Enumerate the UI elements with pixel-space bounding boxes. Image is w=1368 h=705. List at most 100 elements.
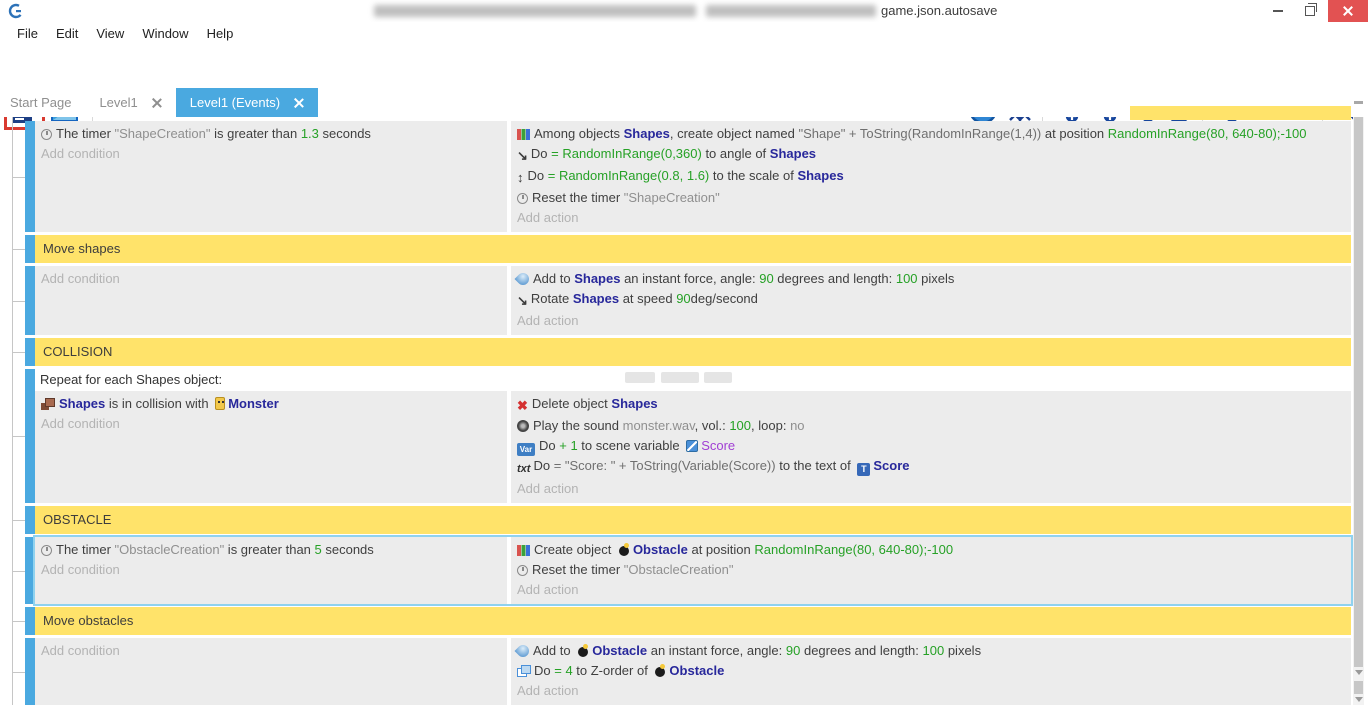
- scrollbar-top-dash: [1354, 101, 1363, 104]
- menu-item-help[interactable]: Help: [198, 26, 243, 41]
- event-line[interactable]: Do + 1 to scene variable Score: [517, 436, 1345, 456]
- text-segment: Obstacle: [669, 663, 724, 678]
- event-line[interactable]: Add to Shapes an instant force, angle: 9…: [517, 269, 1345, 289]
- text-segment: "ObstacleCreation": [624, 562, 734, 577]
- event-selection-strip[interactable]: [25, 121, 35, 232]
- tab-close-icon[interactable]: [152, 98, 162, 108]
- add-condition-button[interactable]: Add condition: [41, 414, 501, 434]
- tab-start-page[interactable]: Start Page: [0, 88, 85, 117]
- event-columns: Add condition Add to Obstacle an instant …: [35, 638, 1351, 705]
- scrollbar-thumb[interactable]: [1354, 117, 1363, 667]
- text-segment: Delete object: [532, 396, 612, 411]
- event-selection-strip[interactable]: [25, 266, 35, 335]
- event-selection-strip[interactable]: [25, 369, 35, 503]
- sound-icon: [517, 420, 529, 432]
- add-condition-button[interactable]: Add condition: [41, 560, 501, 580]
- text-segment: 1.3: [301, 126, 319, 141]
- add-action-button[interactable]: Add action: [517, 208, 1345, 228]
- vertical-scrollbar[interactable]: [1353, 117, 1364, 705]
- event-selection-strip[interactable]: [25, 506, 35, 534]
- add-action-button[interactable]: Add action: [517, 311, 1345, 331]
- add-action-button[interactable]: Add action: [517, 681, 1345, 701]
- actions-column: Among objects Shapes, create object name…: [511, 121, 1351, 232]
- event-line[interactable]: Do = RandomInRange(0,360) to angle of Sh…: [517, 144, 1345, 166]
- close-button[interactable]: [1328, 0, 1368, 22]
- minimize-button[interactable]: [1262, 0, 1294, 22]
- add-condition-button[interactable]: Add condition: [41, 269, 501, 289]
- tab-level1-events-[interactable]: Level1 (Events): [176, 88, 318, 117]
- menu-item-file[interactable]: File: [8, 26, 47, 41]
- text-segment: an instant force, angle:: [620, 271, 759, 286]
- event-line[interactable]: Reset the timer "ObstacleCreation": [517, 560, 1345, 580]
- tab-close-icon[interactable]: [294, 98, 304, 108]
- create-object-icon: [517, 129, 530, 140]
- add-condition-button[interactable]: Add condition: [41, 641, 501, 661]
- text-segment: Create object: [534, 542, 615, 557]
- menu-item-view[interactable]: View: [87, 26, 133, 41]
- event-columns: Add condition Add to Shapes an instant fo…: [35, 266, 1351, 335]
- event-line[interactable]: Add to Obstacle an instant force, angle:…: [517, 641, 1345, 661]
- event-line[interactable]: Reset the timer "ShapeCreation": [517, 188, 1345, 208]
- angle-icon: [517, 146, 528, 166]
- text-segment: degrees and length:: [800, 643, 922, 658]
- text-segment: Shapes: [611, 396, 657, 411]
- event-selection-strip[interactable]: [25, 607, 35, 635]
- event-line[interactable]: Create object Obstacle at position Rando…: [517, 540, 1345, 560]
- zorder-icon: [517, 665, 531, 677]
- text-segment: to the text of: [776, 458, 855, 473]
- event-selection-strip[interactable]: [25, 638, 35, 705]
- event-line[interactable]: Do = 4 to Z-order of Obstacle: [517, 661, 1345, 681]
- actions-column: Delete object ShapesPlay the sound monst…: [511, 391, 1351, 503]
- toolbar: ↩ ↪: [0, 44, 1368, 88]
- scrollbar-thumb-small[interactable]: [1354, 681, 1363, 694]
- restore-icon: [1305, 6, 1315, 16]
- text-segment: 100: [729, 418, 751, 433]
- comment-row: Move shapes: [25, 235, 1351, 263]
- event-line[interactable]: Shapes is in collision with Monster: [41, 394, 501, 414]
- add-action-button[interactable]: Add action: [517, 580, 1345, 600]
- event-line[interactable]: The timer "ObstacleCreation" is greater …: [41, 540, 501, 560]
- event-selection-strip[interactable]: [25, 235, 35, 263]
- scroll-down-arrow-icon[interactable]: [1355, 697, 1363, 702]
- text-segment: "ObstacleCreation": [115, 542, 225, 557]
- event-line[interactable]: Among objects Shapes, create object name…: [517, 124, 1345, 144]
- menu-item-edit[interactable]: Edit: [47, 26, 87, 41]
- menu-item-window[interactable]: Window: [133, 26, 197, 41]
- collision-icon: [41, 398, 55, 410]
- text-segment: Play the sound: [533, 418, 623, 433]
- add-action-button[interactable]: Add action: [517, 479, 1345, 499]
- text-segment: 5: [315, 542, 322, 557]
- text-segment: seconds: [322, 542, 374, 557]
- event-selection-strip[interactable]: [25, 537, 35, 604]
- comment-bar[interactable]: Move shapes: [35, 235, 1351, 263]
- event-selection-strip[interactable]: [25, 338, 35, 366]
- event-line[interactable]: Play the sound monster.wav, vol.: 100, l…: [517, 416, 1345, 436]
- text-object-icon: [857, 463, 870, 476]
- monster-icon: [215, 397, 225, 410]
- event-line[interactable]: The timer "ShapeCreation" is greater tha…: [41, 124, 501, 144]
- comment-bar[interactable]: Move obstacles: [35, 607, 1351, 635]
- txt-icon: [517, 458, 530, 479]
- text-segment: at speed: [619, 291, 676, 306]
- text-segment: Add to: [533, 271, 574, 286]
- add-condition-button[interactable]: Add condition: [41, 144, 501, 164]
- event-line[interactable]: Rotate Shapes at speed 90deg/second: [517, 289, 1345, 311]
- tab-level1[interactable]: Level1: [85, 88, 175, 117]
- scroll-down-arrow-icon[interactable]: [1355, 670, 1363, 675]
- comment-bar[interactable]: COLLISION: [35, 338, 1351, 366]
- event-line[interactable]: Do = RandomInRange(0.8, 1.6) to the scal…: [517, 166, 1345, 188]
- event-line[interactable]: Delete object Shapes: [517, 394, 1345, 416]
- close-icon: [1342, 5, 1354, 17]
- text-segment: 90: [786, 643, 800, 658]
- text-segment: 100: [896, 271, 918, 286]
- text-segment: Add to: [533, 643, 574, 658]
- text-segment: + 1: [559, 438, 577, 453]
- text-segment: an instant force, angle:: [647, 643, 786, 658]
- comment-bar[interactable]: OBSTACLE: [35, 506, 1351, 534]
- text-segment: Reset the timer: [532, 190, 624, 205]
- text-segment: 100: [923, 643, 945, 658]
- text-segment: Shapes: [59, 396, 105, 411]
- event-line[interactable]: Do = "Score: " + ToString(Variable(Score…: [517, 456, 1345, 479]
- restore-button[interactable]: [1294, 0, 1326, 22]
- conditions-column: Add condition: [35, 638, 507, 705]
